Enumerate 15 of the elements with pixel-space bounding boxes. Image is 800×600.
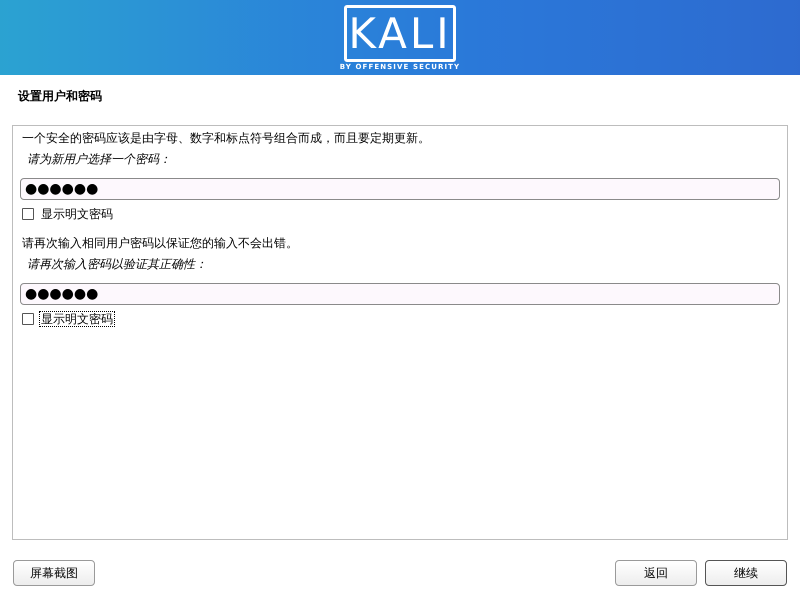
checkbox-label[interactable]: 显示明文密码 (39, 206, 115, 222)
logo-wordmark: KALI (344, 5, 456, 62)
field-prompt: 请为新用户选择一个密码： (27, 152, 171, 166)
footer-button[interactable]: 屏幕截图 (13, 560, 95, 586)
checkbox-label[interactable]: 显示明文密码 (39, 311, 115, 327)
page-title: 设置用户和密码 (18, 89, 102, 103)
show-password-checkbox[interactable] (22, 208, 34, 220)
show-password-checkbox[interactable] (22, 313, 34, 325)
password-field[interactable]: ●●●●●● (20, 178, 780, 200)
footer-button[interactable]: 继续 (705, 560, 787, 586)
password-field[interactable]: ●●●●●● (20, 283, 780, 305)
footer-button[interactable]: 返回 (615, 560, 697, 586)
description-text: 一个安全的密码应该是由字母、数字和标点符号组合而成，而且要定期更新。 (22, 131, 430, 145)
description-text: 请再次输入相同用户密码以保证您的输入不会出错。 (22, 236, 298, 250)
field-prompt: 请再次输入密码以验证其正确性： (27, 257, 207, 271)
